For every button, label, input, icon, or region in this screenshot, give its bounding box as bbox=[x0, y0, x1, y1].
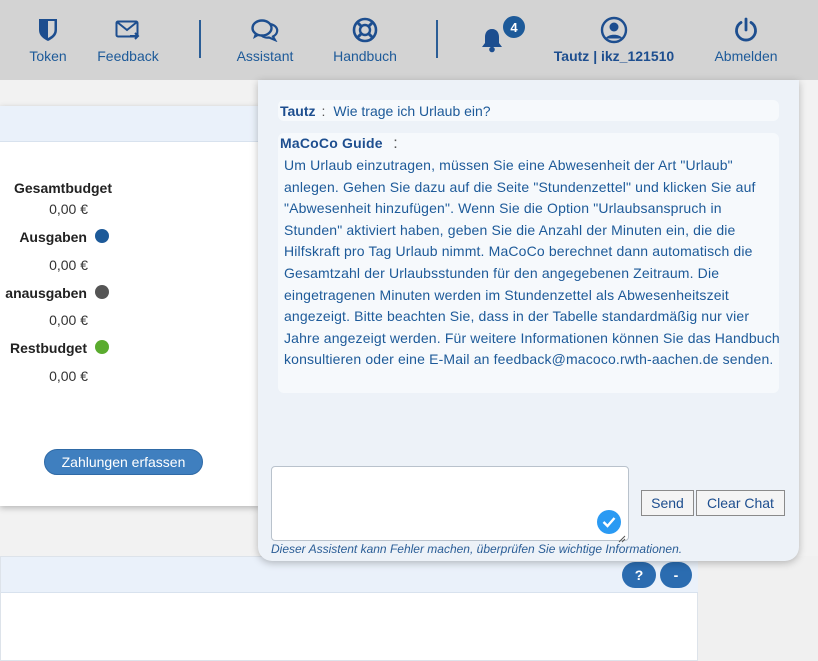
budget-label-total: Gesamtbudget bbox=[13, 180, 112, 196]
legend-dot-expenses bbox=[95, 229, 109, 243]
nav-token[interactable]: Token bbox=[26, 0, 70, 80]
chat-input-field[interactable] bbox=[271, 466, 629, 543]
top-navigation-bar: Token Feedback Assistant Handbuch 4 Taut… bbox=[0, 0, 818, 80]
assistant-disclaimer: Dieser Assistent kann Fehler machen, übe… bbox=[271, 542, 683, 556]
nav-user-profile[interactable]: Tautz | ikz_121510 bbox=[548, 0, 680, 80]
clear-chat-button[interactable]: Clear Chat bbox=[696, 490, 785, 516]
collapse-button[interactable]: - bbox=[660, 562, 692, 588]
nav-handbook-label: Handbuch bbox=[333, 48, 397, 64]
budget-value-expenses: 0,00 € bbox=[49, 257, 88, 273]
nav-assistant-label: Assistant bbox=[236, 48, 294, 64]
budget-value-remaining: 0,00 € bbox=[49, 368, 88, 384]
legend-dot-planned-expenses bbox=[95, 285, 109, 299]
nav-divider bbox=[436, 20, 438, 58]
nav-divider bbox=[199, 20, 201, 58]
nav-notifications[interactable] bbox=[476, 0, 508, 80]
assistant-message-separator: : bbox=[393, 135, 398, 152]
nav-user-label: Tautz | ikz_121510 bbox=[553, 48, 675, 64]
assistant-chat-panel: Tautz : Wie trage ich Urlaub ein? MaCoCo… bbox=[258, 80, 799, 561]
user-message-sender: Tautz bbox=[280, 102, 316, 119]
bell-icon bbox=[480, 26, 504, 54]
lower-card bbox=[0, 556, 699, 661]
nav-logout-label: Abmelden bbox=[714, 48, 778, 64]
nav-handbook[interactable]: Handbuch bbox=[328, 0, 402, 80]
send-button[interactable]: Send bbox=[641, 490, 694, 516]
user-message-text: Wie trage ich Urlaub ein? bbox=[333, 102, 491, 119]
user-message: Tautz : Wie trage ich Urlaub ein? bbox=[278, 100, 779, 121]
power-icon bbox=[733, 16, 759, 44]
nav-feedback-label: Feedback bbox=[97, 48, 159, 64]
record-payments-button[interactable]: Zahlungen erfassen bbox=[44, 449, 203, 475]
lower-card-header bbox=[1, 557, 699, 593]
help-button[interactable]: ? bbox=[622, 562, 656, 588]
nav-logout[interactable]: Abmelden bbox=[710, 0, 782, 80]
shield-icon bbox=[38, 16, 58, 44]
budget-value-planned-expenses: 0,00 € bbox=[49, 312, 88, 328]
page-background bbox=[698, 556, 818, 661]
notification-count-badge: 4 bbox=[501, 14, 527, 40]
lifebuoy-icon bbox=[352, 16, 378, 44]
mail-arrow-icon bbox=[115, 16, 141, 44]
nav-token-label: Token bbox=[29, 48, 67, 64]
chat-bubbles-icon bbox=[251, 16, 279, 44]
budget-card-header bbox=[0, 106, 260, 142]
budget-card bbox=[0, 106, 260, 506]
budget-value-total: 0,00 € bbox=[49, 201, 88, 217]
budget-label-expenses: Ausgaben bbox=[19, 229, 87, 245]
budget-label-remaining: Restbudget bbox=[10, 340, 87, 356]
nav-assistant[interactable]: Assistant bbox=[232, 0, 298, 80]
user-message-separator: : bbox=[321, 102, 326, 119]
assistant-message: MaCoCo Guide : Um Urlaub einzutragen, mü… bbox=[278, 133, 780, 393]
resize-handle-icon[interactable] bbox=[618, 530, 626, 543]
legend-dot-remaining bbox=[95, 340, 109, 354]
assistant-message-text: Um Urlaub einzutragen, müssen Sie eine A… bbox=[284, 157, 780, 368]
nav-feedback[interactable]: Feedback bbox=[94, 0, 162, 80]
budget-label-planned-expenses: anausgaben bbox=[5, 285, 87, 301]
assistant-message-sender: MaCoCo Guide bbox=[280, 135, 383, 151]
user-circle-icon bbox=[600, 16, 628, 44]
